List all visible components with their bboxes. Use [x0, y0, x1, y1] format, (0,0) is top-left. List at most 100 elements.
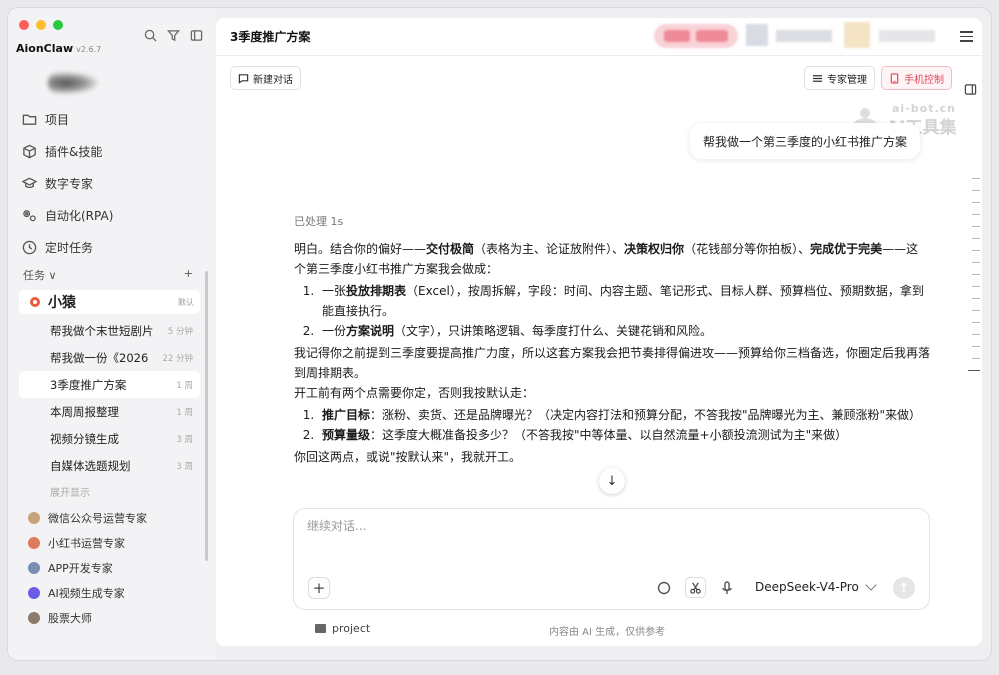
- app-name: AionClaw: [16, 42, 74, 55]
- task-title: 自媒体选题规划: [50, 458, 131, 473]
- window-controls: [19, 20, 63, 30]
- task-time: 1 周: [176, 380, 193, 391]
- tasks-header: 任务 ∨ +: [23, 267, 193, 283]
- task-title: 帮我做一份《2026: [50, 350, 149, 365]
- expert-name: 股票大师: [48, 611, 92, 625]
- task-item-active[interactable]: 3季度推广方案 1 周: [19, 371, 200, 398]
- close-window-button[interactable]: [19, 20, 29, 30]
- expert-item-xiaohongshu[interactable]: 小红书运营专家: [28, 530, 198, 555]
- new-chat-button[interactable]: 新建对话: [230, 66, 301, 90]
- sidebar-scrollbar[interactable]: [205, 271, 208, 561]
- cube-icon: [23, 144, 36, 158]
- task-time: 5 分钟: [167, 326, 193, 337]
- task-title: 视频分镜生成: [50, 431, 119, 446]
- chevron-down-icon: [865, 578, 877, 591]
- task-list: 帮我做个末世短剧片 5 分钟 帮我做一份《2026 22 分钟 3季度推广方案 …: [19, 317, 200, 479]
- group-avatar-icon: [30, 297, 40, 307]
- nav-item-label: 数字专家: [45, 176, 94, 191]
- task-item[interactable]: 本周周报整理 1 周: [19, 398, 200, 425]
- expert-avatar: [28, 561, 40, 574]
- attach-button[interactable]: +: [308, 577, 330, 599]
- sidebar-toggle-icon[interactable]: [190, 27, 203, 46]
- expert-item-app-dev[interactable]: APP开发专家: [28, 555, 198, 580]
- chat-plus-icon: [238, 73, 249, 84]
- microphone-icon[interactable]: [719, 580, 735, 596]
- chevron-down-icon: ∨: [48, 269, 57, 282]
- task-item[interactable]: 帮我做一份《2026 22 分钟: [19, 344, 200, 371]
- send-button[interactable]: ↑: [893, 577, 915, 599]
- maximize-window-button[interactable]: [53, 20, 63, 30]
- user-avatar[interactable]: [48, 72, 98, 94]
- expert-name: APP开发专家: [48, 561, 113, 575]
- expert-name: 小红书运营专家: [48, 536, 125, 550]
- task-item[interactable]: 帮我做个末世短剧片 5 分钟: [19, 317, 200, 344]
- group-name: 小猿: [48, 295, 76, 311]
- show-more-link[interactable]: 展开显示: [50, 484, 90, 499]
- folder-label: project: [332, 622, 371, 635]
- arrow-down-icon: ↓: [606, 473, 618, 489]
- model-name: DeepSeek-V4-Pro: [755, 580, 859, 594]
- loading-icon[interactable]: [656, 580, 672, 596]
- add-task-button[interactable]: +: [184, 267, 193, 283]
- expert-avatar: [28, 536, 40, 549]
- task-time: 3 周: [176, 434, 193, 445]
- task-time: 22 分钟: [162, 353, 193, 364]
- menu-icon[interactable]: [960, 31, 973, 42]
- list-item: 推广目标：涨粉、卖货、还是品牌曝光？（决定内容打法和预算分配，不答我按"品牌曝光…: [318, 405, 930, 425]
- model-selector[interactable]: DeepSeek-V4-Pro: [755, 578, 877, 594]
- task-item[interactable]: 视频分镜生成 3 周: [19, 425, 200, 452]
- redacted-account: [746, 24, 836, 46]
- task-time: 3 周: [176, 461, 193, 472]
- task-time: 1 周: [176, 407, 193, 418]
- expert-list: 微信公众号运营专家 小红书运营专家 APP开发专家 AI视频生成专家 股票大师: [28, 505, 198, 630]
- redacted-badge: [654, 24, 738, 48]
- nav-item-automation[interactable]: 自动化(RPA): [22, 199, 202, 231]
- folder-icon: [315, 624, 326, 633]
- expert-item-stock[interactable]: 股票大师: [28, 605, 198, 630]
- message-minimap[interactable]: [968, 178, 980, 382]
- expert-avatar: [28, 586, 40, 599]
- nav-item-projects[interactable]: 项目: [22, 103, 202, 135]
- folder-icon: [22, 114, 37, 125]
- top-bar: 3季度推广方案: [216, 18, 982, 56]
- confirm-lead: 开工前有两个点需要你定，否则我按默认走：: [294, 386, 535, 400]
- scissors-button[interactable]: [685, 577, 706, 598]
- nav-item-label: 项目: [45, 112, 70, 127]
- clock-icon: [22, 240, 37, 254]
- nav-item-digital-experts[interactable]: 数字专家: [22, 167, 202, 199]
- default-badge: 默认: [178, 297, 194, 307]
- graduation-cap-icon: [22, 177, 37, 188]
- tasks-toggle[interactable]: 任务 ∨: [23, 267, 57, 283]
- project-folder-button[interactable]: project: [315, 622, 370, 635]
- expert-manage-button[interactable]: 专家管理: [804, 66, 875, 90]
- sidebar-tools: [144, 27, 203, 46]
- scroll-down-button[interactable]: ↓: [599, 468, 625, 494]
- nav-item-scheduled-tasks[interactable]: 定时任务: [22, 231, 202, 263]
- expert-avatar: [28, 511, 40, 524]
- expert-item-wechat[interactable]: 微信公众号运营专家: [28, 505, 198, 530]
- task-group-xiaoyuan[interactable]: 小猿 默认: [19, 290, 200, 314]
- nav-item-label: 插件&技能: [45, 144, 103, 159]
- task-item[interactable]: 自媒体选题规划 3 周: [19, 452, 200, 479]
- nav-item-label: 定时任务: [45, 240, 94, 255]
- expert-avatar: [28, 611, 40, 624]
- closing-paragraph: 你回这两点，或说"按默认来"，我就开工。: [294, 450, 522, 464]
- redacted-user[interactable]: [844, 22, 944, 48]
- app-brand: AionClaw v2.6.7: [16, 42, 101, 55]
- sliders-icon: [812, 74, 823, 82]
- minimize-window-button[interactable]: [36, 20, 46, 30]
- filter-icon[interactable]: [166, 27, 181, 46]
- task-title: 帮我做个末世短剧片: [50, 323, 154, 338]
- sidebar-nav: 项目 插件&技能 数字专家 自动化(RPA) 定时任务: [22, 103, 202, 263]
- search-icon[interactable]: [144, 27, 157, 46]
- phone-icon: [890, 72, 899, 84]
- expert-name: 微信公众号运营专家: [48, 511, 147, 525]
- app-window: AionClaw v2.6.7 项目 插件&技能 数字专家 自动化(RPA) 定…: [8, 8, 991, 660]
- processed-status: 已处理 1s: [294, 215, 344, 228]
- nav-item-plugins[interactable]: 插件&技能: [22, 135, 202, 167]
- message-input[interactable]: [307, 519, 907, 533]
- list-item: 一份方案说明（文字），只讲策略逻辑、每季度打什么、关键花销和风险。: [318, 321, 930, 341]
- ai-disclaimer: 内容由 AI 生成，仅供参考: [549, 627, 666, 638]
- expert-item-ai-video[interactable]: AI视频生成专家: [28, 580, 198, 605]
- phone-control-button[interactable]: 手机控制: [881, 66, 952, 90]
